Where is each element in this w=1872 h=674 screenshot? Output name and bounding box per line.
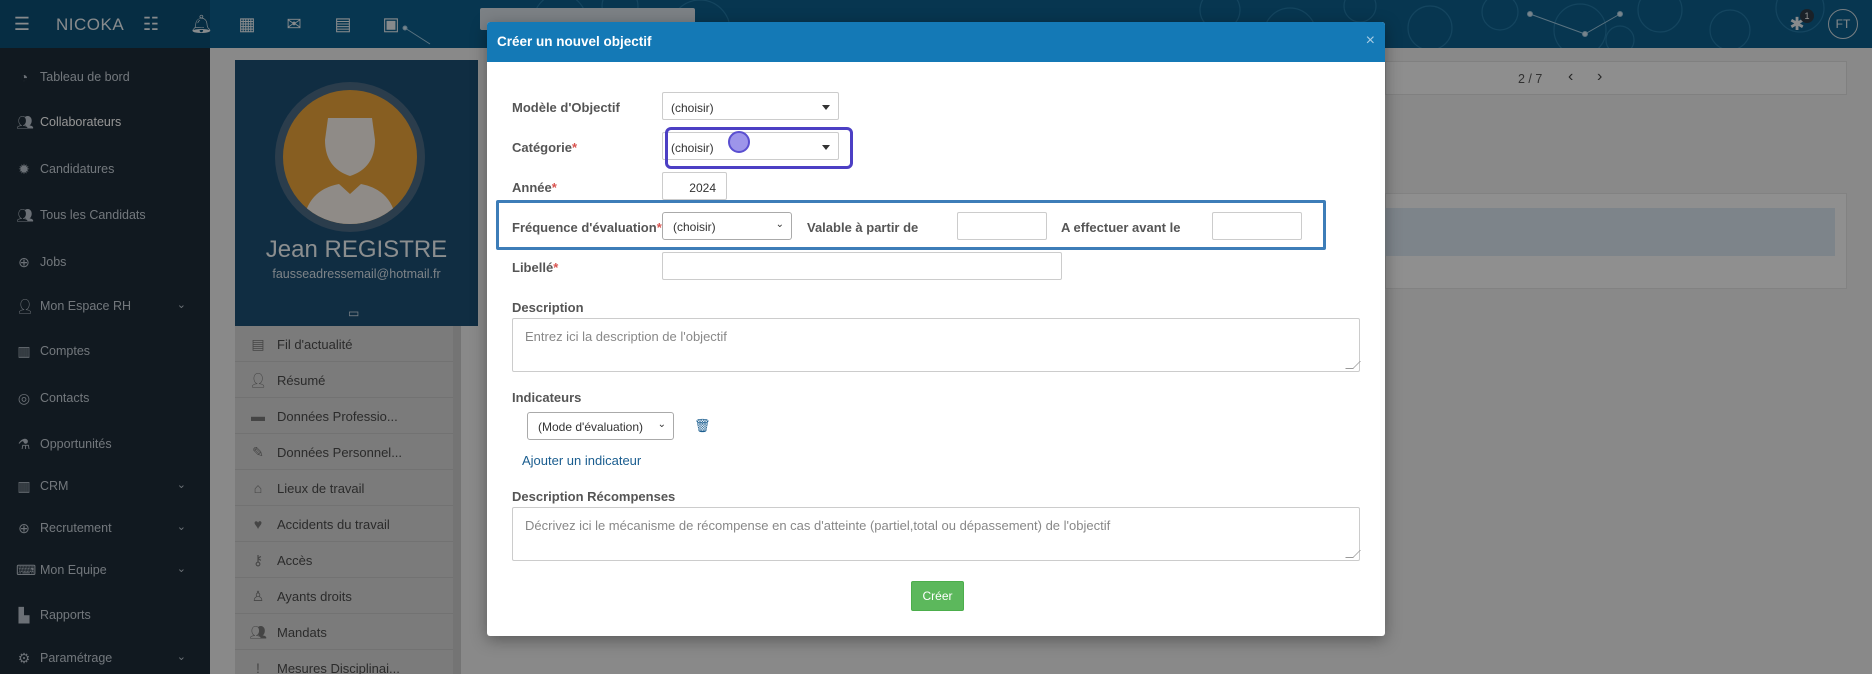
- modal-title: Créer un nouvel objectif: [497, 34, 652, 49]
- recompenses-label: Description Récompenses: [512, 489, 676, 504]
- libelle-label: Libellé*: [512, 260, 559, 275]
- resize-handle[interactable]: [1345, 361, 1361, 369]
- focus-highlight: [665, 127, 853, 169]
- modele-select[interactable]: (choisir): [662, 92, 839, 120]
- add-indicateur-link[interactable]: Ajouter un indicateur: [522, 453, 641, 468]
- click-indicator: [728, 131, 750, 153]
- indicateurs-label: Indicateurs: [512, 390, 582, 405]
- create-button[interactable]: Créer: [911, 581, 964, 611]
- resize-handle[interactable]: [1345, 550, 1361, 558]
- annee-input[interactable]: 2024: [662, 172, 727, 200]
- caret-down-icon: [822, 105, 830, 110]
- frequence-row-highlight: [496, 200, 1326, 250]
- modal-header: Créer un nouvel objectif ×: [487, 22, 1385, 62]
- categorie-label: Catégorie*: [512, 140, 578, 155]
- close-icon[interactable]: ×: [1366, 32, 1375, 50]
- modele-label: Modèle d'Objectif: [512, 100, 620, 115]
- trash-icon[interactable]: 🗑︎: [694, 418, 711, 434]
- description-label: Description: [512, 300, 584, 315]
- create-objective-modal: Créer un nouvel objectif × Modèle d'Obje…: [487, 22, 1385, 636]
- indicateur-mode-select[interactable]: (Mode d'évaluation) ⌄: [527, 412, 674, 440]
- annee-label: Année*: [512, 180, 557, 195]
- recompenses-textarea[interactable]: Décrivez ici le mécanisme de récompense …: [512, 507, 1361, 561]
- description-textarea[interactable]: Entrez ici la description de l'objectif: [512, 318, 1361, 372]
- libelle-input[interactable]: [662, 252, 1062, 280]
- chevron-down-icon: ⌄: [657, 419, 666, 430]
